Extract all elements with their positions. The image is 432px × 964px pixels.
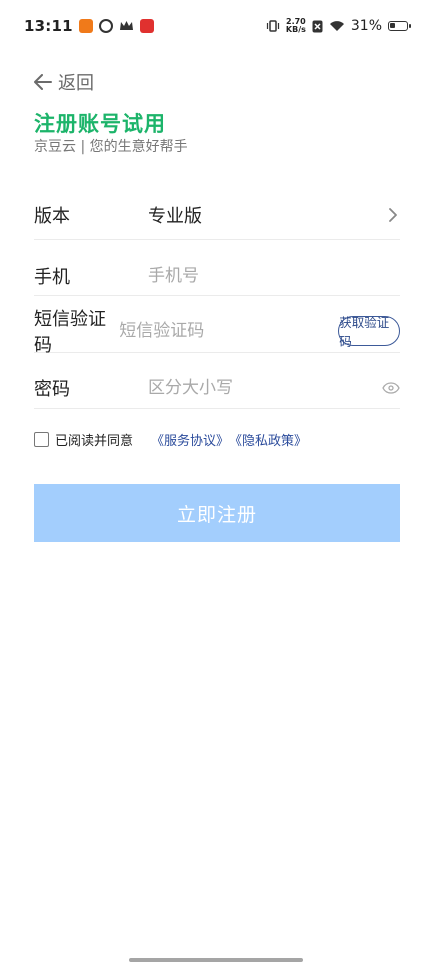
privacy-policy-link[interactable]: 《隐私政策》 (229, 430, 307, 449)
sms-code-input[interactable] (119, 321, 339, 341)
net-speed: 2.70 KB/s (286, 18, 306, 34)
arrow-left-icon (34, 74, 52, 90)
battery-fill (390, 23, 395, 28)
agreement-row: 已阅读并同意 《服务协议》 《隐私政策》 (34, 430, 307, 449)
status-bar-left: 13:11 (24, 17, 154, 35)
phone-row: 手机 (34, 256, 400, 296)
notification-app-icon (78, 19, 93, 33)
vibrate-icon (266, 20, 279, 32)
back-button[interactable]: 返回 (34, 68, 94, 96)
home-indicator[interactable] (129, 958, 303, 962)
status-bar: 13:11 2.70 KB/s 31% (0, 0, 432, 52)
version-value: 专业版 (148, 205, 202, 227)
version-label: 版本 (34, 205, 70, 227)
phone-label: 手机 (34, 266, 70, 288)
battery-percent: 31% (350, 18, 382, 34)
password-label: 密码 (34, 379, 70, 400)
page-subtitle: 京豆云 | 您的生意好帮手 (34, 139, 188, 155)
notification-app-icon (98, 19, 113, 33)
back-label: 返回 (58, 73, 94, 94)
phone-input[interactable] (148, 265, 400, 286)
version-row[interactable]: 版本 专业版 (34, 190, 400, 240)
agreement-checkbox[interactable] (34, 432, 49, 447)
net-speed-unit: KB/s (285, 25, 306, 34)
sim-off-icon (312, 20, 323, 32)
register-button[interactable]: 立即注册 (34, 484, 400, 542)
battery-icon (388, 21, 411, 31)
service-agreement-link[interactable]: 《服务协议》 (151, 430, 229, 449)
notification-app-icon (139, 19, 154, 33)
status-time: 13:11 (24, 17, 73, 35)
status-bar-right: 2.70 KB/s 31% (266, 18, 411, 34)
sms-code-row: 短信验证码 获取验证码 (34, 309, 400, 356)
wifi-icon (329, 21, 344, 31)
get-code-button[interactable]: 获取验证码 (338, 315, 400, 349)
agreement-text: 已阅读并同意 (55, 434, 134, 449)
page-title: 注册账号试用 (34, 112, 166, 136)
eye-icon[interactable] (382, 382, 400, 394)
chevron-right-icon (389, 207, 397, 222)
register-page: 13:11 2.70 KB/s 31% 返回 注册账号试用 京豆云 | 您的生意… (0, 0, 432, 964)
sms-code-label: 短信验证码 (34, 309, 106, 356)
crown-icon (119, 21, 133, 30)
password-row: 密码 (34, 368, 400, 409)
password-input[interactable] (148, 378, 382, 398)
